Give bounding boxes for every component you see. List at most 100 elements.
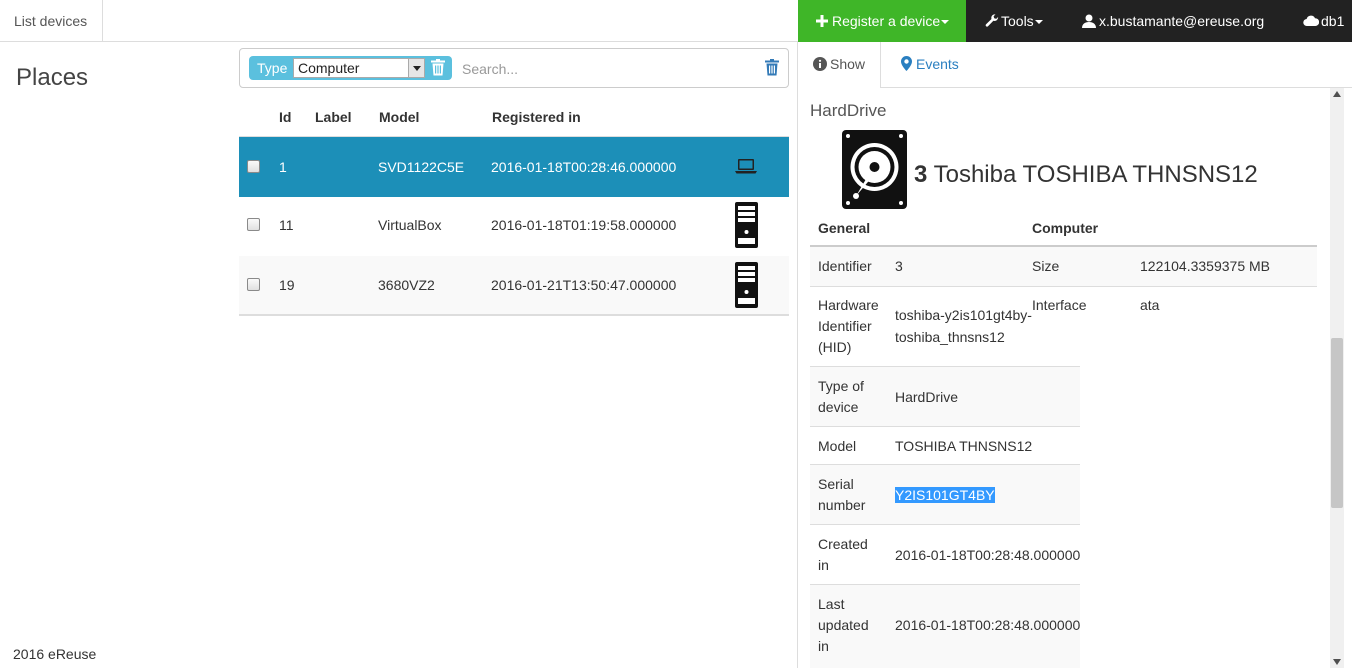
row-model: 3680VZ2 (378, 277, 435, 293)
database-name: db1 (1321, 13, 1345, 29)
device-title: 3 Toshiba TOSHIBA THNSNS12 (914, 161, 1258, 189)
updated-label-line-2: updated (818, 617, 869, 633)
device-detail-panel: Show Events HardDrive 3 Toshiba TOSHIBA … (797, 42, 1352, 668)
chevron-down-icon (941, 20, 950, 25)
user-menu[interactable]: x.bustamante@ereuse.org (1082, 13, 1264, 29)
register-device-label: Register a device (832, 13, 941, 29)
detail-row-divider (810, 426, 1080, 427)
footer-text: 2016 eReuse (13, 646, 97, 662)
nav-right-group: Tools x.bustamante@ereuse.org db1 (966, 0, 1352, 42)
nav-list-devices[interactable]: List devices (0, 0, 103, 42)
row-id: 19 (279, 277, 295, 293)
row-checkbox[interactable] (247, 218, 260, 231)
column-header-model[interactable]: Model (379, 109, 419, 125)
tab-events-label: Events (916, 56, 959, 72)
row-registered: 2016-01-18T01:19:58.000000 (491, 217, 677, 233)
type-value: HardDrive (895, 389, 959, 405)
user-email: x.bustamante@ereuse.org (1099, 13, 1265, 29)
type-filter-label: Type (257, 60, 288, 76)
column-header-id[interactable]: Id (279, 109, 291, 125)
type-filter-tag: Type Computer (249, 56, 452, 80)
device-search-box: Type Computer (239, 48, 789, 88)
laptop-icon (735, 159, 757, 174)
serial-label-line-2: number (818, 497, 866, 513)
created-value: 2016-01-18T00:28:48.000000 (895, 547, 1081, 563)
serial-value-selection: Y2IS101GT4BY (895, 487, 995, 503)
tabs-divider (881, 87, 1352, 88)
trash-icon[interactable] (431, 59, 445, 76)
table-row[interactable]: 1 SVD1122C5E 2016-01-18T00:28:46.000000 (239, 137, 789, 197)
updated-value: 2016-01-18T00:28:48.000000 (895, 617, 1081, 633)
hid-value-line-1: toshiba-y2is101gt4by- (895, 307, 1032, 323)
row-registered: 2016-01-21T13:50:47.000000 (491, 277, 677, 293)
table-row[interactable]: 11 VirtualBox 2016-01-18T01:19:58.000000 (239, 196, 789, 257)
table-bottom-divider (239, 314, 789, 316)
device-kind-heading: HardDrive (810, 101, 887, 120)
places-title: Places (16, 64, 89, 91)
wrench-icon (985, 14, 999, 27)
device-title-name: Toshiba TOSHIBA THNSNS12 (933, 161, 1258, 188)
row-model: VirtualBox (378, 217, 442, 233)
desktop-tower-icon (735, 262, 758, 308)
created-label-line-1: Created (818, 536, 868, 552)
type-label-line-2: device (818, 399, 859, 415)
hard-drive-icon (842, 130, 907, 209)
map-marker-icon (901, 56, 912, 71)
serial-label-line-1: Serial (818, 476, 854, 492)
hid-label-line-1: Hardware (818, 297, 879, 313)
chevron-down-icon (1034, 20, 1043, 25)
tools-label: Tools (1001, 13, 1034, 29)
device-title-id: 3 (914, 161, 928, 188)
type-filter-select[interactable]: Computer (293, 58, 425, 78)
tab-events[interactable]: Events (901, 56, 959, 72)
updated-label-line-3: in (818, 638, 829, 654)
model-value: TOSHIBA THNSNS12 (895, 438, 1033, 454)
tab-show-label: Show (830, 56, 866, 72)
computer-header: Computer (1032, 220, 1099, 236)
serial-value[interactable]: Y2IS101GT4BY (895, 485, 995, 506)
interface-label: Interface (1032, 297, 1087, 313)
general-header: General (818, 220, 871, 236)
row-registered: 2016-01-18T00:28:46.000000 (491, 159, 677, 175)
table-row[interactable]: 19 3680VZ2 2016-01-21T13:50:47.000000 (239, 256, 789, 316)
type-filter-value: Computer (298, 60, 360, 76)
user-icon (1082, 14, 1096, 28)
size-value: 122104.3359375 MB (1140, 258, 1270, 274)
tools-menu[interactable]: Tools (985, 13, 1043, 29)
updated-label-line-1: Last (818, 596, 845, 612)
identifier-value: 3 (895, 258, 903, 274)
hid-label-line-2: Identifier (818, 318, 872, 334)
column-header-label[interactable]: Label (315, 109, 352, 125)
cloud-icon (1303, 15, 1320, 27)
row-checkbox[interactable] (247, 278, 260, 291)
row-model: SVD1122C5E (378, 159, 465, 175)
created-label-line-2: in (818, 557, 829, 573)
model-label: Model (818, 438, 857, 454)
interface-value: ata (1140, 297, 1160, 313)
nav-divider (103, 41, 798, 42)
scroll-up-arrow-icon[interactable] (1333, 91, 1341, 97)
plus-icon (816, 15, 828, 27)
tab-show[interactable]: Show (798, 42, 881, 88)
desktop-tower-icon (735, 202, 758, 248)
column-header-registered[interactable]: Registered in (492, 109, 581, 125)
search-input[interactable] (462, 60, 752, 78)
size-label: Size (1032, 258, 1060, 274)
type-label-line-1: Type of (818, 378, 864, 394)
chevron-down-icon (408, 59, 424, 77)
scroll-down-arrow-icon[interactable] (1333, 659, 1341, 665)
row-checkbox[interactable] (247, 160, 260, 173)
scrollbar-thumb[interactable] (1331, 338, 1343, 508)
row-id: 1 (279, 159, 287, 175)
identifier-label: Identifier (818, 258, 872, 274)
register-device-button[interactable]: Register a device (798, 0, 966, 42)
detail-row-divider (810, 524, 1080, 525)
hid-value-line-2: toshiba_thnsns12 (895, 329, 1005, 345)
detail-scrollbar[interactable] (1330, 88, 1344, 668)
info-circle-icon (813, 57, 827, 71)
hid-label-line-3: (HID) (818, 339, 852, 355)
top-navbar: List devices Register a device Tools x.b… (0, 0, 1352, 42)
database-menu[interactable]: db1 (1303, 13, 1344, 29)
detail-row-divider (810, 286, 1317, 287)
trash-icon[interactable] (765, 59, 779, 76)
